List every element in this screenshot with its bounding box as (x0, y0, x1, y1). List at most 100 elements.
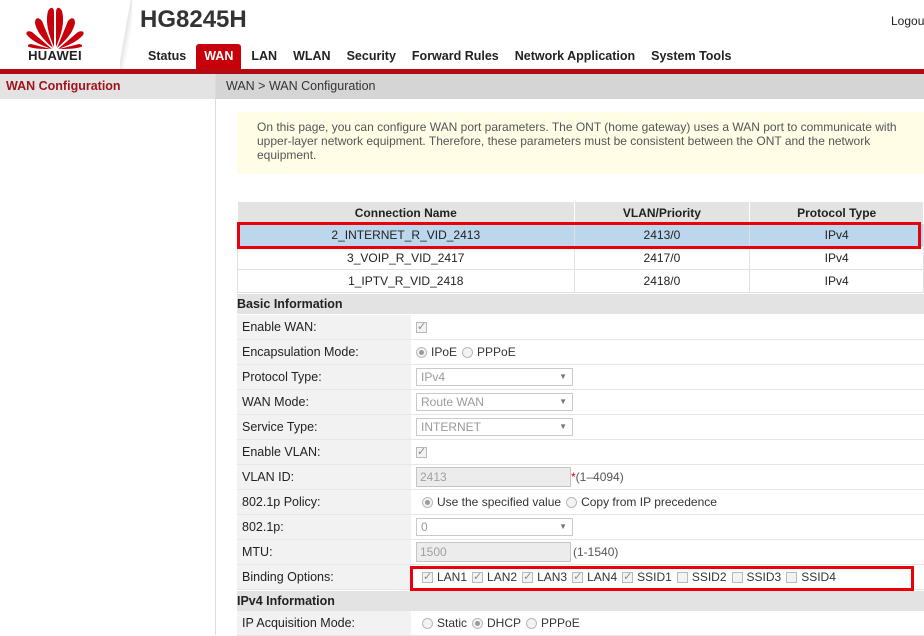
8021p-select[interactable]: 0 ▼ (416, 518, 573, 536)
tab-wlan[interactable]: WLAN (285, 44, 339, 69)
service-type-row: Service Type: INTERNET ▼ (237, 415, 924, 440)
policy-copy-ip-precedence-option[interactable]: Copy from IP precedence (566, 495, 717, 509)
vlan-id-range-hint: (1–4094) (575, 470, 624, 484)
mtu-range-hint: (1-1540) (573, 545, 619, 559)
vlan-priority-cell: 2413/0 (573, 223, 751, 247)
lan1-checkbox[interactable] (422, 570, 433, 583)
8021p-label: 802.1p: (237, 515, 411, 539)
binding-ssid1-option[interactable]: SSID1 (622, 570, 672, 584)
sidebar-item-wan-configuration[interactable]: WAN Configuration (0, 74, 215, 99)
service-type-value: INTERNET (421, 420, 481, 434)
tab-network-application[interactable]: Network Application (507, 44, 643, 69)
tab-system-tools[interactable]: System Tools (643, 44, 739, 69)
table-header-row: Connection Name VLAN/Priority Protocol T… (237, 201, 924, 224)
ssid4-checkbox[interactable] (786, 571, 798, 583)
enable-vlan-label: Enable VLAN: (237, 440, 411, 464)
tab-security[interactable]: Security (339, 44, 404, 69)
ipoe-radio[interactable] (416, 346, 427, 358)
protocol-type-cell: IPv4 (749, 269, 924, 293)
wan-mode-label: WAN Mode: (237, 390, 411, 414)
table-row[interactable]: 2_INTERNET_R_VID_2413 2413/0 IPv4 (237, 223, 924, 247)
page-description: On this page, you can configure WAN port… (237, 112, 924, 174)
policy-specified-value-option[interactable]: Use the specified value (422, 495, 561, 509)
static-label: Static (437, 616, 468, 630)
pppoe-ip-label: PPPoE (541, 616, 580, 630)
enable-wan-label: Enable WAN: (237, 315, 411, 339)
wan-connection-table: Connection Name VLAN/Priority Protocol T… (237, 201, 924, 293)
static-radio[interactable] (422, 617, 433, 629)
specified-value-radio[interactable] (422, 496, 433, 508)
vlan-id-input[interactable]: 2413 (416, 467, 571, 487)
binding-ssid2-option[interactable]: SSID2 (676, 570, 727, 584)
protocol-type-row: Protocol Type: IPv4 ▼ (237, 365, 924, 390)
enable-vlan-checkbox[interactable] (416, 445, 427, 458)
encapsulation-mode-label: Encapsulation Mode: (237, 340, 411, 364)
lan3-label: LAN3 (537, 570, 568, 584)
header: HUAWEI HG8245H Logou Status WAN LAN WLAN… (0, 0, 924, 75)
lan4-checkbox[interactable] (572, 570, 584, 583)
ip-mode-dhcp-option[interactable]: DHCP (472, 616, 521, 630)
lan3-checkbox[interactable] (522, 570, 534, 583)
brand-name: HUAWEI (28, 48, 82, 63)
mtu-input[interactable]: 1500 (416, 542, 571, 562)
specified-value-label: Use the specified value (437, 495, 562, 509)
8021p-value: 0 (421, 520, 428, 534)
tab-lan[interactable]: LAN (243, 44, 285, 69)
binding-options-row: Binding Options: LAN1 LAN2 LAN3 LAN4 SSI… (237, 565, 924, 590)
binding-ssid4-option[interactable]: SSID4 (786, 570, 836, 584)
vlan-priority-cell: 2418/0 (573, 269, 751, 293)
vlan-id-label: VLAN ID: (237, 465, 411, 489)
binding-options-label: Binding Options: (237, 565, 411, 589)
lan2-label: LAN2 (487, 570, 518, 584)
chevron-down-icon: ▼ (559, 372, 567, 381)
enable-vlan-row: Enable VLAN: (237, 440, 924, 465)
wan-mode-select[interactable]: Route WAN ▼ (416, 393, 573, 411)
lan2-checkbox[interactable] (472, 570, 484, 583)
encapsulation-mode-row: Encapsulation Mode: IPoE PPPoE (237, 340, 924, 365)
ip-mode-pppoe-option[interactable]: PPPoE (526, 616, 580, 630)
encapsulation-pppoe-option[interactable]: PPPoE (462, 345, 516, 359)
wan-mode-row: WAN Mode: Route WAN ▼ (237, 390, 924, 415)
service-type-select[interactable]: INTERNET ▼ (416, 418, 573, 436)
device-model-title: HG8245H (140, 6, 247, 33)
logout-link[interactable]: Logou (891, 14, 924, 28)
binding-lan2-option[interactable]: LAN2 (472, 570, 517, 584)
binding-lan1-option[interactable]: LAN1 (422, 570, 467, 584)
copy-ip-precedence-radio[interactable] (566, 496, 578, 508)
ip-acquisition-mode-row: IP Acquisition Mode: Static DHCP PPPoE (237, 611, 924, 636)
pppoe-label: PPPoE (477, 345, 516, 359)
binding-ssid3-option[interactable]: SSID3 (731, 570, 781, 584)
tab-forward-rules[interactable]: Forward Rules (404, 44, 507, 69)
ssid2-checkbox[interactable] (676, 571, 688, 583)
table-row[interactable]: 1_IPTV_R_VID_2418 2418/0 IPv4 (237, 269, 924, 293)
protocol-type-select[interactable]: IPv4 ▼ (416, 368, 573, 386)
connection-name-cell: 3_VOIP_R_VID_2417 (237, 246, 575, 270)
enable-wan-checkbox[interactable] (416, 320, 427, 333)
header-divider (120, 0, 132, 75)
pppoe-ip-radio[interactable] (526, 617, 538, 629)
chevron-down-icon: ▼ (559, 397, 567, 406)
huawei-logo: HUAWEI (0, 0, 130, 75)
ip-mode-static-option[interactable]: Static (422, 616, 467, 630)
ssid3-checkbox[interactable] (731, 571, 743, 583)
main-nav: Status WAN LAN WLAN Security Forward Rul… (140, 44, 740, 69)
ssid1-checkbox[interactable] (622, 570, 634, 583)
vlan-id-row: VLAN ID: 2413 * (1–4094) (237, 465, 924, 490)
huawei-flower-icon (26, 7, 84, 49)
pppoe-radio[interactable] (462, 346, 474, 358)
mtu-label: MTU: (237, 540, 411, 564)
vlan-priority-cell: 2417/0 (573, 246, 751, 270)
8021p-policy-label: 802.1p Policy: (237, 490, 411, 514)
wan-mode-value: Route WAN (421, 395, 484, 409)
dhcp-radio[interactable] (472, 617, 484, 629)
tab-wan[interactable]: WAN (196, 44, 242, 69)
table-row[interactable]: 3_VOIP_R_VID_2417 2417/0 IPv4 (237, 246, 924, 270)
ip-acquisition-mode-label: IP Acquisition Mode: (237, 611, 411, 635)
encapsulation-ipoe-option[interactable]: IPoE (416, 345, 457, 359)
binding-lan4-option[interactable]: LAN4 (572, 570, 617, 584)
column-header-protocol-type: Protocol Type (749, 201, 924, 224)
binding-lan3-option[interactable]: LAN3 (522, 570, 567, 584)
8021p-policy-row: 802.1p Policy: Use the specified value C… (237, 490, 924, 515)
tab-status[interactable]: Status (140, 44, 194, 69)
basic-information-heading: Basic Information (237, 294, 924, 314)
